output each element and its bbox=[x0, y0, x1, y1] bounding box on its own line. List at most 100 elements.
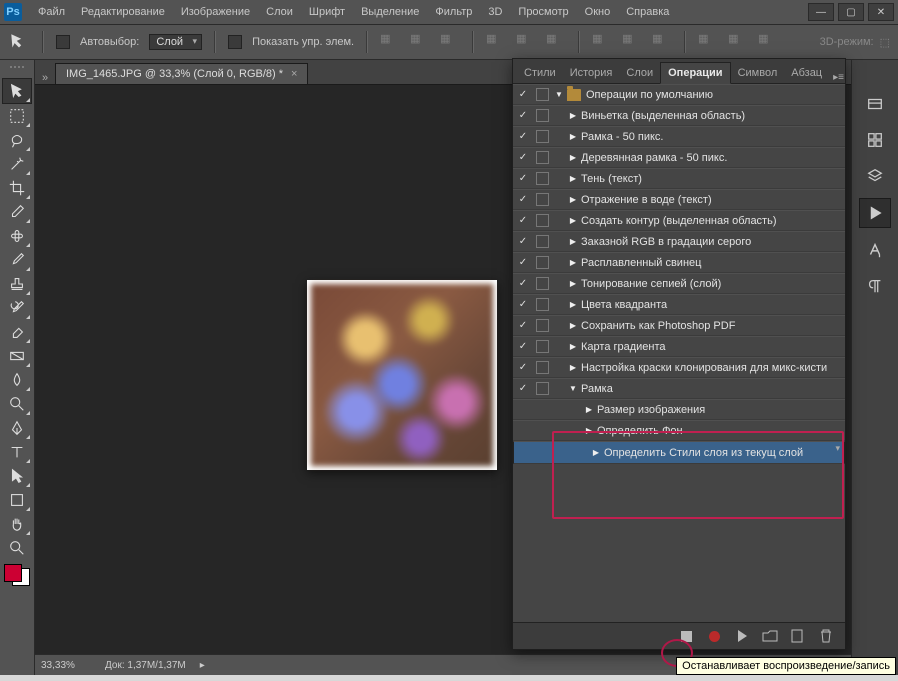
menu-view[interactable]: Просмотр bbox=[510, 2, 576, 22]
panel-menu-icon[interactable]: ▸≡ bbox=[829, 72, 848, 83]
action-row[interactable]: ✓▶Отражение в воде (текст) bbox=[513, 189, 845, 210]
align-icon[interactable]: ▦ bbox=[486, 32, 506, 52]
hand-tool[interactable] bbox=[3, 512, 31, 536]
move-tool-icon[interactable] bbox=[8, 31, 30, 53]
new-set-button[interactable] bbox=[761, 627, 779, 645]
status-chevron-icon[interactable]: ▸ bbox=[200, 660, 205, 671]
autoselect-label: Автовыбор: bbox=[80, 36, 139, 48]
tab-layers[interactable]: Слои bbox=[619, 63, 660, 83]
window-close-button[interactable]: ✕ bbox=[868, 3, 894, 21]
stamp-tool[interactable] bbox=[3, 272, 31, 296]
dodge-tool[interactable] bbox=[3, 392, 31, 416]
action-row[interactable]: ✓▶Тонирование сепией (слой) bbox=[513, 273, 845, 294]
layers-panel-icon[interactable] bbox=[860, 162, 890, 190]
history-brush-tool[interactable] bbox=[3, 296, 31, 320]
heal-tool[interactable] bbox=[3, 224, 31, 248]
zoom-value[interactable]: 33,33% bbox=[41, 660, 91, 671]
distribute-icon[interactable]: ▦ bbox=[622, 32, 642, 52]
autoselect-dropdown[interactable]: Слой bbox=[149, 34, 202, 50]
window-minimize-button[interactable]: — bbox=[808, 3, 834, 21]
color-swatch[interactable] bbox=[4, 564, 30, 586]
distribute-icon[interactable]: ▦ bbox=[652, 32, 672, 52]
menu-window[interactable]: Окно bbox=[577, 2, 619, 22]
window-maximize-button[interactable]: ▢ bbox=[838, 3, 864, 21]
trash-button[interactable] bbox=[817, 627, 835, 645]
action-label: Рамка - 50 пикс. bbox=[581, 131, 841, 143]
action-row-custom[interactable]: ✓▼Рамка bbox=[513, 378, 845, 399]
menu-edit[interactable]: Редактирование bbox=[73, 2, 173, 22]
panel-icon[interactable] bbox=[860, 90, 890, 118]
toolbox-grip[interactable] bbox=[5, 66, 29, 74]
action-row[interactable]: ✓▶Рамка - 50 пикс. bbox=[513, 126, 845, 147]
align-icon[interactable]: ▦ bbox=[516, 32, 536, 52]
distribute-icon[interactable]: ▦ bbox=[728, 32, 748, 52]
show-controls-checkbox[interactable] bbox=[228, 35, 242, 49]
eyedropper-tool[interactable] bbox=[3, 200, 31, 224]
action-row[interactable]: ✓▶Карта градиента bbox=[513, 336, 845, 357]
distribute-icon[interactable]: ▦ bbox=[698, 32, 718, 52]
align-icon[interactable]: ▦ bbox=[410, 32, 430, 52]
menu-help[interactable]: Справка bbox=[618, 2, 677, 22]
character-panel-icon[interactable] bbox=[860, 236, 890, 264]
menu-select[interactable]: Выделение bbox=[353, 2, 427, 22]
action-step-row[interactable]: ▶Определить Фон bbox=[513, 420, 845, 441]
marquee-tool[interactable] bbox=[3, 104, 31, 128]
tab-actions[interactable]: Операции bbox=[660, 62, 730, 84]
lasso-tool[interactable] bbox=[3, 128, 31, 152]
wand-tool[interactable] bbox=[3, 152, 31, 176]
align-icon[interactable]: ▦ bbox=[546, 32, 566, 52]
tab-styles[interactable]: Стили bbox=[517, 63, 563, 83]
paragraph-panel-icon[interactable] bbox=[860, 272, 890, 300]
action-row[interactable]: ✓▶Деревянная рамка - 50 пикс. bbox=[513, 147, 845, 168]
menu-image[interactable]: Изображение bbox=[173, 2, 258, 22]
menu-layers[interactable]: Слои bbox=[258, 2, 301, 22]
document-tab[interactable]: IMG_1465.JPG @ 33,3% (Слой 0, RGB/8) *× bbox=[55, 63, 308, 84]
tab-chevron-icon[interactable]: » bbox=[35, 72, 55, 84]
play-panel-icon[interactable] bbox=[859, 198, 891, 228]
menu-file[interactable]: Файл bbox=[30, 2, 73, 22]
action-row[interactable]: ✓▶Заказной RGB в градации серого bbox=[513, 231, 845, 252]
action-step-row-selected[interactable]: ▶Определить Стили слоя из текущ слой bbox=[513, 441, 845, 464]
action-step-label: Размер изображения bbox=[597, 404, 841, 416]
action-set-row[interactable]: ✓ ▼ Операции по умолчанию bbox=[513, 84, 845, 105]
zoom-tool[interactable] bbox=[3, 536, 31, 560]
play-button[interactable] bbox=[733, 627, 751, 645]
menu-filter[interactable]: Фильтр bbox=[427, 2, 480, 22]
tab-character[interactable]: Символ bbox=[731, 63, 785, 83]
action-row[interactable]: ✓▶Сохранить как Photoshop PDF bbox=[513, 315, 845, 336]
menu-3d[interactable]: 3D bbox=[480, 2, 510, 22]
autoselect-checkbox[interactable] bbox=[56, 35, 70, 49]
record-button[interactable] bbox=[705, 627, 723, 645]
action-label: Настройка краски клонирования для микс-к… bbox=[581, 362, 841, 374]
align-icon[interactable]: ▦ bbox=[380, 32, 400, 52]
path-select-tool[interactable] bbox=[3, 464, 31, 488]
action-row[interactable]: ✓▶Цвета квадранта bbox=[513, 294, 845, 315]
action-row[interactable]: ✓▶Виньетка (выделенная область) bbox=[513, 105, 845, 126]
distribute-icon[interactable]: ▦ bbox=[592, 32, 612, 52]
blur-tool[interactable] bbox=[3, 368, 31, 392]
type-tool[interactable] bbox=[3, 440, 31, 464]
tab-history[interactable]: История bbox=[563, 63, 620, 83]
action-row[interactable]: ✓▶Расплавленный свинец bbox=[513, 252, 845, 273]
mode3d-icon[interactable]: ⬚ bbox=[880, 36, 890, 49]
action-step-row[interactable]: ▶Размер изображения bbox=[513, 399, 845, 420]
swatches-panel-icon[interactable] bbox=[860, 126, 890, 154]
action-row[interactable]: ✓▶Создать контур (выделенная область) bbox=[513, 210, 845, 231]
gradient-tool[interactable] bbox=[3, 344, 31, 368]
distribute-icon[interactable]: ▦ bbox=[758, 32, 778, 52]
close-tab-icon[interactable]: × bbox=[291, 68, 297, 80]
pen-tool[interactable] bbox=[3, 416, 31, 440]
action-row[interactable]: ✓▶Тень (текст) bbox=[513, 168, 845, 189]
shape-tool[interactable] bbox=[3, 488, 31, 512]
tab-paragraph[interactable]: Абзац bbox=[784, 63, 829, 83]
menu-type[interactable]: Шрифт bbox=[301, 2, 353, 22]
brush-tool[interactable] bbox=[3, 248, 31, 272]
align-icon[interactable]: ▦ bbox=[440, 32, 460, 52]
eraser-tool[interactable] bbox=[3, 320, 31, 344]
move-tool[interactable] bbox=[2, 78, 32, 104]
stop-button[interactable] bbox=[677, 627, 695, 645]
panel-tabs: Стили История Слои Операции Символ Абзац… bbox=[513, 59, 845, 84]
action-row[interactable]: ✓▶Настройка краски клонирования для микс… bbox=[513, 357, 845, 378]
new-action-button[interactable] bbox=[789, 627, 807, 645]
crop-tool[interactable] bbox=[3, 176, 31, 200]
